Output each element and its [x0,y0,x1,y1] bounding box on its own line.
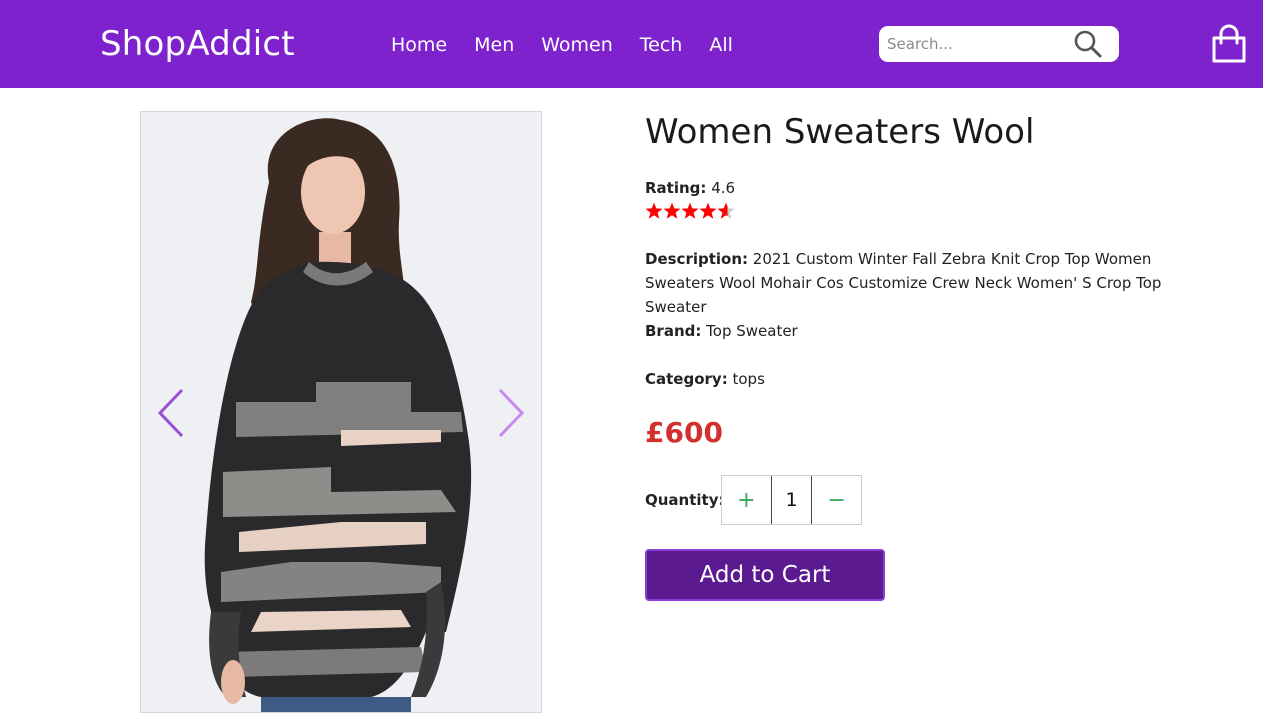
nav-link-all[interactable]: All [709,32,733,58]
brand-value: Top Sweater [706,322,798,340]
add-to-cart-button[interactable]: Add to Cart [645,549,885,601]
description-row: Description: 2021 Custom Winter Fall Zeb… [645,247,1205,319]
brand-row: Brand: Top Sweater [645,319,798,343]
main-nav: Home Men Women Tech All [391,32,760,58]
star-icon [645,202,663,219]
product-photo [141,112,541,712]
chevron-left-icon[interactable] [156,388,186,438]
product-price: £600 [645,416,723,449]
category-row: Category: tops [645,367,765,391]
shopping-bag-icon[interactable] [1211,24,1247,64]
product-image [140,111,542,713]
star-icon [663,202,681,219]
top-navbar: ShopAddict Home Men Women Tech All [0,0,1263,88]
nav-link-tech[interactable]: Tech [640,32,683,58]
nav-link-men[interactable]: Men [474,32,514,58]
description-label: Description: [645,250,749,268]
quantity-decrease-button[interactable]: − [812,476,861,524]
star-icon [699,202,717,219]
search-input[interactable] [879,26,1069,62]
quantity-increase-button[interactable]: + [722,476,771,524]
quantity-stepper: + 1 − [721,475,862,525]
brand-label: Brand: [645,322,702,340]
nav-link-women[interactable]: Women [541,32,613,58]
quantity-label: Quantity: [645,491,725,509]
search-icon[interactable] [1073,29,1103,59]
nav-link-home[interactable]: Home [391,32,447,58]
star-icon [681,202,699,219]
rating-row: Rating: 4.6 [645,176,735,200]
chevron-right-icon[interactable] [496,388,526,438]
category-value: tops [732,370,765,388]
star-icon [717,202,735,219]
search-box [879,26,1119,62]
star-rating [645,202,735,219]
rating-label: Rating: [645,179,707,197]
category-label: Category: [645,370,728,388]
quantity-value: 1 [770,476,813,524]
product-title: Women Sweaters Wool [645,112,1035,152]
site-logo[interactable]: ShopAddict [100,24,295,64]
rating-value: 4.6 [711,179,736,197]
